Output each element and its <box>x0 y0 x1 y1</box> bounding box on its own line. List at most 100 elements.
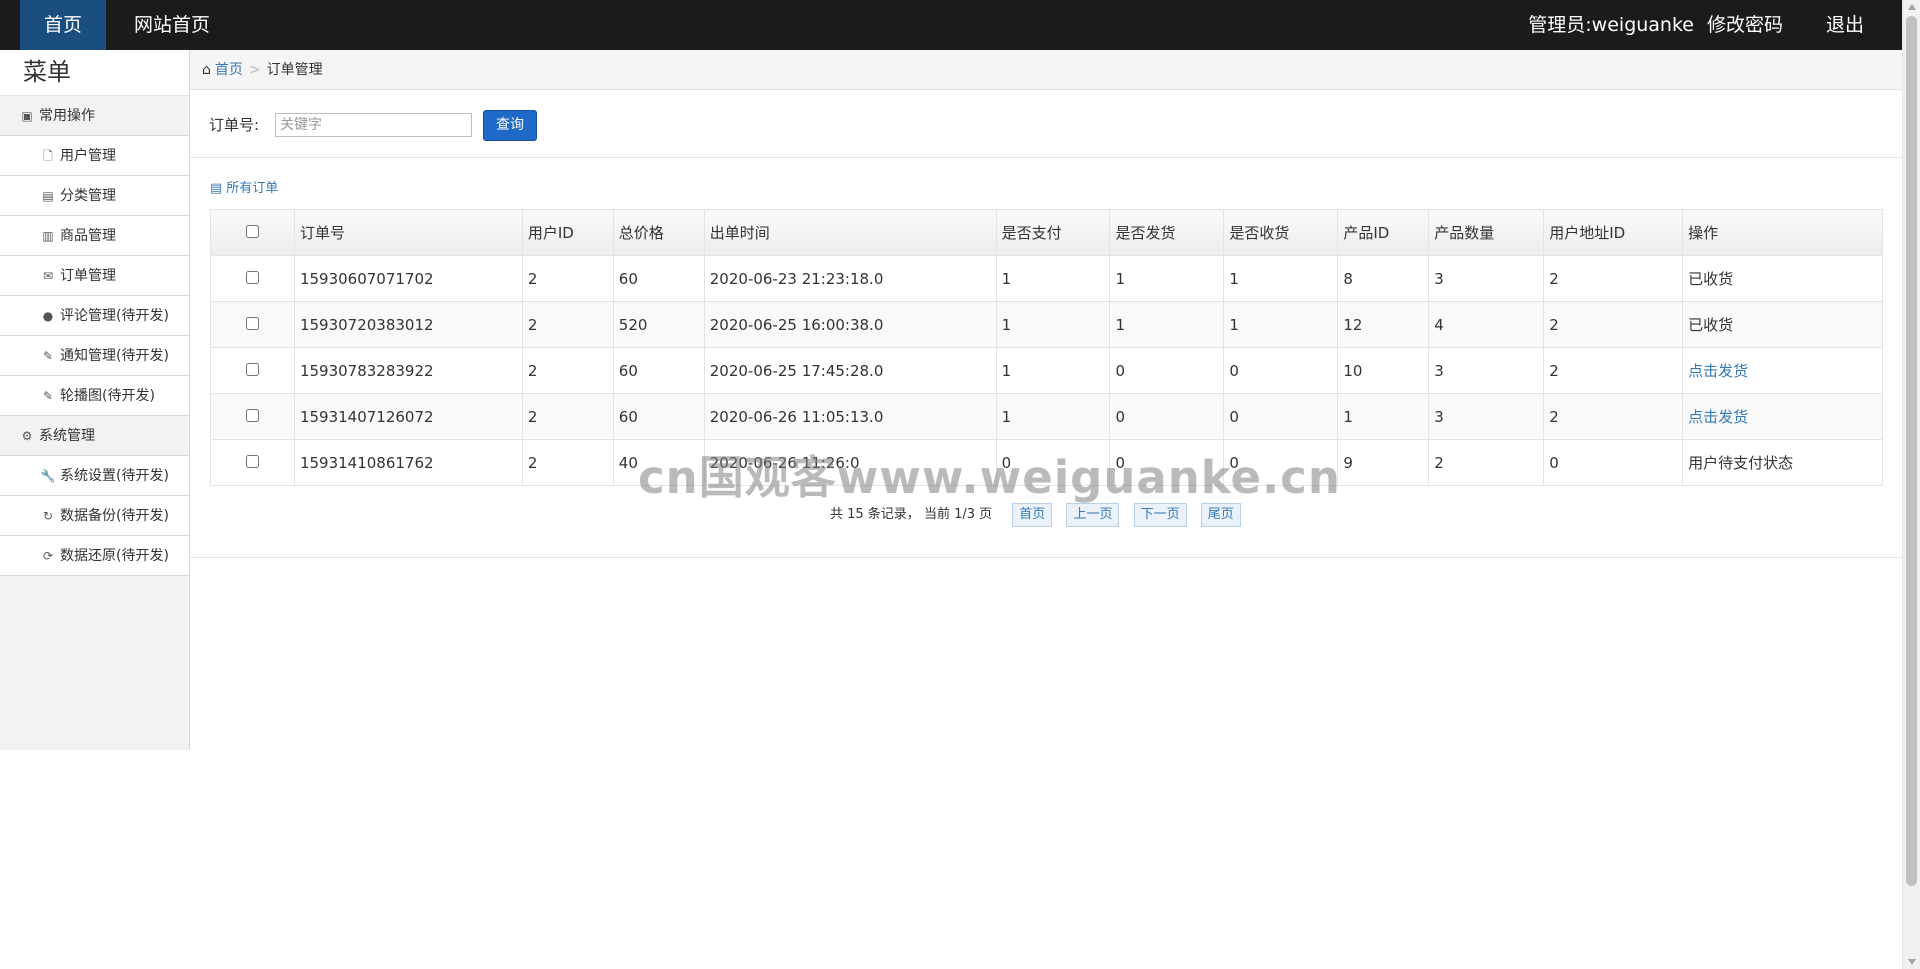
table-cell: 15931407126072 <box>293 393 523 440</box>
sidebar-item-label: 通知管理(待开发) <box>60 348 169 364</box>
table-cell: 2 <box>1543 393 1684 440</box>
refresh-icon: ↻ <box>42 509 54 523</box>
table-cell: 60 <box>612 255 705 302</box>
ship-order-link[interactable]: 点击发货 <box>1688 362 1748 380</box>
row-checkbox[interactable] <box>245 454 259 468</box>
row-checkbox[interactable] <box>245 316 259 330</box>
home-icon: ⌂ <box>202 62 211 78</box>
row-select-cell <box>210 439 295 486</box>
table-cell: 0 <box>1109 347 1225 394</box>
table-cell: 10 <box>1337 347 1430 394</box>
books-icon: ▥ <box>42 229 54 243</box>
column-header: 用户地址ID <box>1543 209 1684 256</box>
sidebar-item-settings[interactable]: 🔧 系统设置(待开发) <box>0 456 189 496</box>
row-select-cell <box>210 301 295 348</box>
table-cell: 2020-06-26 11:05:13.0 <box>703 393 997 440</box>
sidebar-item-restore[interactable]: ⟳ 数据还原(待开发) <box>0 536 189 576</box>
admin-user-label[interactable]: 管理员:weiguanke <box>1528 0 1694 50</box>
table-row: 15930720383012 2 520 2020-06-25 16:00:38… <box>210 301 1883 348</box>
column-header: 是否发货 <box>1109 209 1225 256</box>
table-cell: 1 <box>1109 255 1225 302</box>
table-cell: 2 <box>1543 301 1684 348</box>
order-number-input[interactable] <box>275 113 472 137</box>
row-checkbox[interactable] <box>245 270 259 284</box>
change-password-link[interactable]: 修改密码 <box>1707 0 1783 50</box>
sidebar-group-system[interactable]: ⚙ 系统管理 <box>0 416 189 456</box>
sidebar-item-label: 商品管理 <box>60 228 116 244</box>
scroll-down-icon[interactable] <box>1908 959 1916 965</box>
content-divider <box>190 557 1902 558</box>
sidebar-item-label: 用户管理 <box>60 148 116 164</box>
sidebar-item-backup[interactable]: ↻ 数据备份(待开发) <box>0 496 189 536</box>
gear-icon: ⚙ <box>21 429 33 443</box>
table-row: 15930783283922 2 60 2020-06-25 17:45:28.… <box>210 347 1883 394</box>
table-cell: 8 <box>1337 255 1430 302</box>
order-status: 已收货 <box>1682 301 1883 348</box>
panel-title: ▤ 所有订单 <box>210 177 278 196</box>
ship-order-link[interactable]: 点击发货 <box>1688 408 1748 426</box>
table-cell: 3 <box>1428 347 1545 394</box>
table-cell: 2 <box>521 439 614 486</box>
table-cell: 60 <box>612 347 705 394</box>
table-cell: 1 <box>995 301 1111 348</box>
envelope-icon: ✉ <box>42 269 54 283</box>
sidebar-item-notices[interactable]: ✎ 通知管理(待开发) <box>0 336 189 376</box>
pushpin-icon: ✎ <box>42 389 54 403</box>
list-icon: ▤ <box>210 181 223 196</box>
table-cell: 0 <box>1223 347 1339 394</box>
row-select-cell <box>210 393 295 440</box>
pushpin-icon: ✎ <box>42 349 54 363</box>
table-cell: 0 <box>1223 393 1339 440</box>
column-header: 订单号 <box>293 209 523 256</box>
logout-link[interactable]: 退出 <box>1826 0 1864 50</box>
scroll-thumb[interactable] <box>1906 16 1917 886</box>
select-all-checkbox[interactable] <box>245 224 259 238</box>
next-page-button[interactable]: 下一页 <box>1133 503 1187 527</box>
row-select-cell <box>210 255 295 302</box>
table-cell: 2 <box>1543 347 1684 394</box>
table-cell: 2 <box>521 393 614 440</box>
table-cell: 2020-06-25 16:00:38.0 <box>703 301 997 348</box>
scroll-up-icon[interactable] <box>1908 4 1916 10</box>
table-cell: 0 <box>1543 439 1684 486</box>
sidebar-item-label: 轮播图(待开发) <box>60 388 155 404</box>
last-page-button[interactable]: 尾页 <box>1200 503 1241 527</box>
table-cell: 1 <box>1337 393 1430 440</box>
breadcrumb: ⌂ 首页 > 订单管理 <box>190 50 1902 90</box>
page-scrollbar[interactable] <box>1902 0 1920 969</box>
table-cell: 2 <box>521 255 614 302</box>
sidebar-item-orders[interactable]: ✉ 订单管理 <box>0 256 189 296</box>
row-checkbox[interactable] <box>245 362 259 376</box>
sidebar-group-common[interactable]: ▣ 常用操作 <box>0 96 189 136</box>
order-status: 已收货 <box>1682 255 1883 302</box>
table-cell: 2 <box>521 347 614 394</box>
table-cell: 0 <box>1109 393 1225 440</box>
sidebar-item-products[interactable]: ▥ 商品管理 <box>0 216 189 256</box>
sidebar-item-label: 数据备份(待开发) <box>60 508 169 524</box>
nav-home-link[interactable]: 首页 <box>20 0 106 50</box>
top-navbar: 首页 网站首页 管理员:weiguanke 修改密码 退出 <box>0 0 1902 50</box>
row-checkbox[interactable] <box>245 408 259 422</box>
search-button[interactable]: 查询 <box>483 110 537 141</box>
first-page-button[interactable]: 首页 <box>1012 503 1053 527</box>
sidebar-title: 菜单 <box>0 50 189 96</box>
row-select-cell <box>210 347 295 394</box>
prev-page-button[interactable]: 上一页 <box>1066 503 1120 527</box>
breadcrumb-home-link[interactable]: 首页 <box>215 62 243 78</box>
table-cell: 3 <box>1428 393 1545 440</box>
comment-icon: ● <box>42 309 54 323</box>
table-cell: 12 <box>1337 301 1430 348</box>
sidebar-item-users[interactable]: 🗋 用户管理 <box>0 136 189 176</box>
nav-site-home-link[interactable]: 网站首页 <box>134 0 210 50</box>
sidebar-item-comments[interactable]: ● 评论管理(待开发) <box>0 296 189 336</box>
column-header: 产品数量 <box>1428 209 1545 256</box>
sidebar-group-label: 常用操作 <box>39 108 95 124</box>
select-all-cell <box>210 209 295 256</box>
sidebar-item-categories[interactable]: ▤ 分类管理 <box>0 176 189 216</box>
table-cell: 15930783283922 <box>293 347 523 394</box>
table-cell: 3 <box>1428 255 1545 302</box>
table-cell: 2 <box>1428 439 1545 486</box>
column-header: 操作 <box>1682 209 1883 256</box>
sidebar-item-carousel[interactable]: ✎ 轮播图(待开发) <box>0 376 189 416</box>
table-cell: 520 <box>612 301 705 348</box>
